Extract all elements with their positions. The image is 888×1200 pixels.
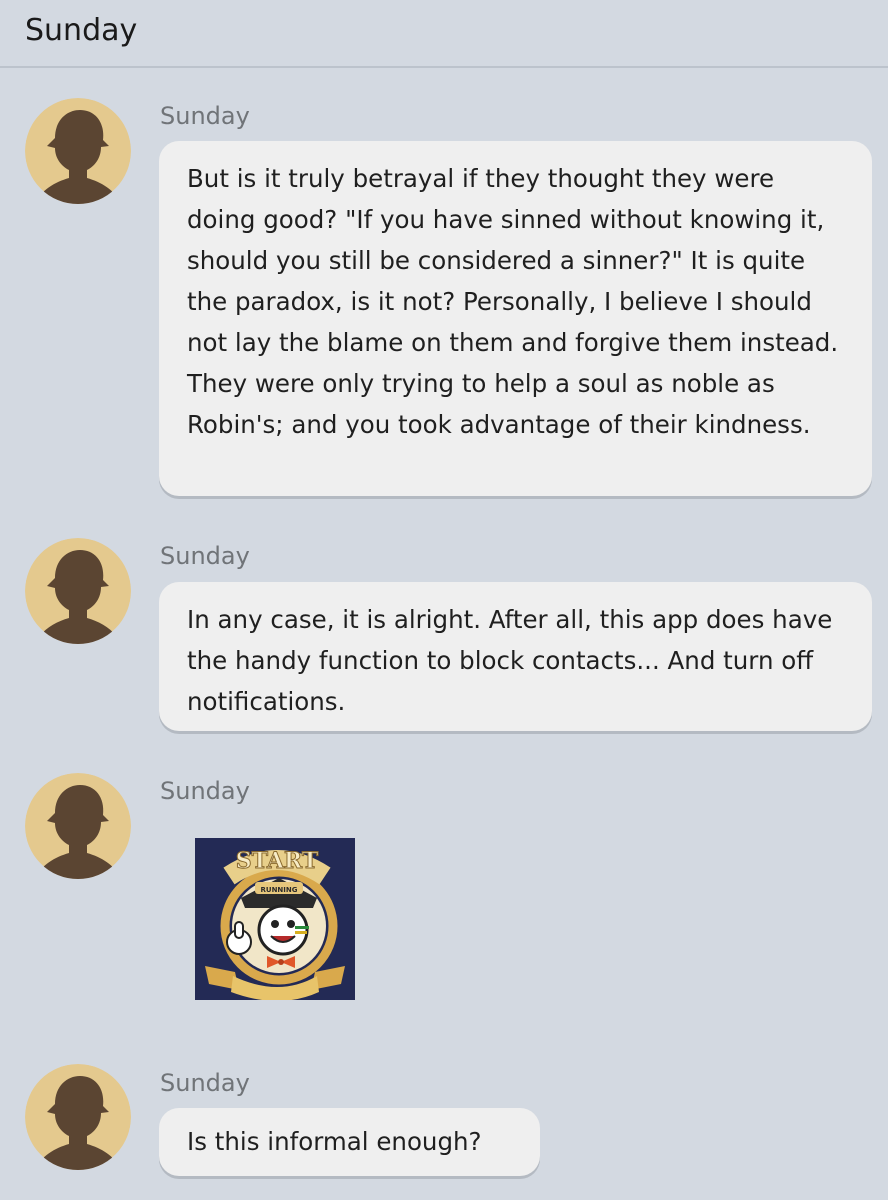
message-bubble[interactable]: But is it truly betrayal if they thought…	[159, 141, 872, 496]
sender-avatar[interactable]	[25, 1064, 131, 1170]
avatar-silhouette-icon	[25, 1064, 131, 1170]
clockie-thumbs-up-sticker-icon: START RUNNING	[195, 838, 355, 1000]
avatar-silhouette-icon	[25, 773, 131, 879]
message-bubble[interactable]: In any case, it is alright. After all, t…	[159, 582, 872, 731]
sender-name: Sunday	[160, 102, 250, 130]
chat-header: Sunday	[0, 0, 888, 68]
avatar-silhouette-icon	[25, 98, 131, 204]
sender-avatar[interactable]	[25, 98, 131, 204]
sender-avatar[interactable]	[25, 773, 131, 879]
sticker-banner-text: START	[236, 848, 319, 874]
sticker-badge-text: RUNNING	[261, 886, 298, 894]
sender-avatar[interactable]	[25, 538, 131, 644]
message-bubble[interactable]: Is this informal enough?	[159, 1108, 540, 1176]
chat-title: Sunday	[25, 13, 138, 48]
sender-name: Sunday	[160, 1069, 250, 1097]
avatar-silhouette-icon	[25, 538, 131, 644]
sender-name: Sunday	[160, 542, 250, 570]
sticker-image[interactable]: START RUNNING	[195, 838, 355, 1000]
sender-name: Sunday	[160, 777, 250, 805]
